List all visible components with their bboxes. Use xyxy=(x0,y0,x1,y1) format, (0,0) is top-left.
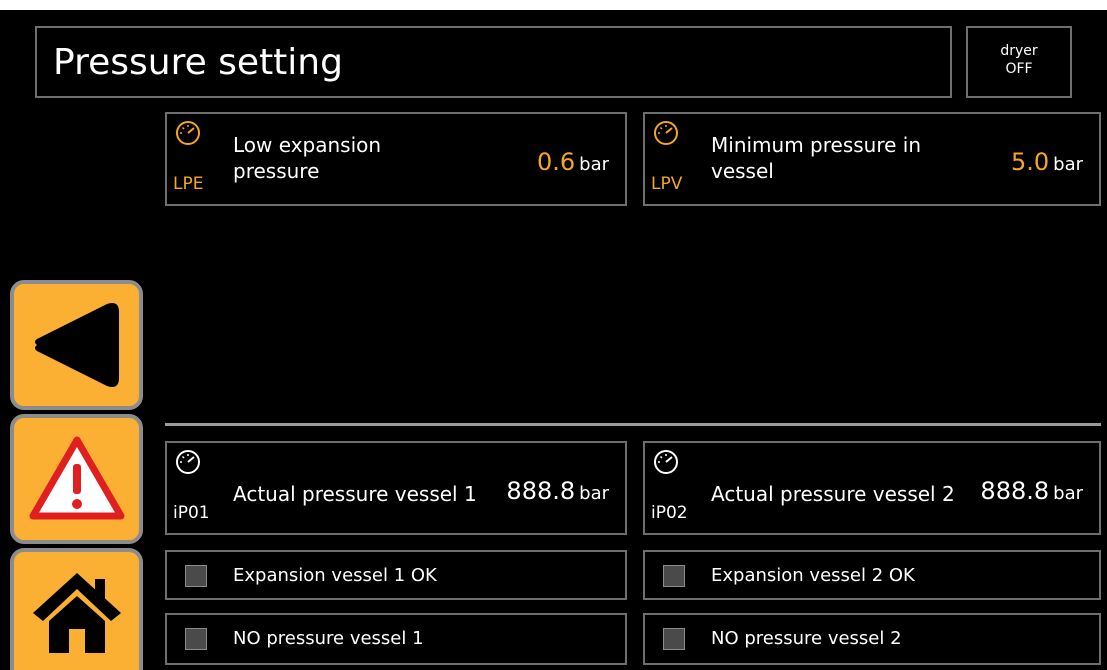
setting-code: LPV xyxy=(651,174,683,194)
status-label: NO pressure vessel 1 xyxy=(233,628,424,649)
dryer-status-button[interactable]: dryer OFF xyxy=(966,26,1072,98)
reading-code: iP01 xyxy=(173,503,210,523)
setting-label: Low expansion pressure xyxy=(233,132,381,184)
reading-unit: bar xyxy=(579,483,609,504)
alarm-button[interactable] xyxy=(10,414,143,544)
status-no-pressure-vessel-2: NO pressure vessel 2 xyxy=(643,613,1101,665)
reading-label: Actual pressure vessel 1 xyxy=(233,482,477,506)
setting-unit: bar xyxy=(1053,154,1083,175)
section-divider xyxy=(165,423,1101,426)
reading-ip01: iP01 Actual pressure vessel 1 888.8 bar xyxy=(165,441,627,535)
gauge-icon xyxy=(654,121,678,145)
status-label: NO pressure vessel 2 xyxy=(711,628,902,649)
back-arrow-icon xyxy=(34,303,119,387)
setting-value-number: 0.6 xyxy=(536,148,576,176)
reading-label: Actual pressure vessel 2 xyxy=(711,482,955,506)
reading-ip02: iP02 Actual pressure vessel 2 888.8 bar xyxy=(643,441,1101,535)
status-label: Expansion vessel 1 OK xyxy=(233,565,437,586)
gauge-icon xyxy=(176,450,200,474)
dryer-state: OFF xyxy=(1005,61,1033,77)
home-icon xyxy=(32,573,121,653)
gauge-icon xyxy=(176,121,200,145)
setting-lpe[interactable]: LPE Low expansion pressure 0.6 bar xyxy=(165,112,627,206)
reading-value: 888.8 bar xyxy=(980,477,1083,505)
setting-value-number: 5.0 xyxy=(1010,148,1050,176)
title-bar: Pressure setting xyxy=(35,26,952,98)
setting-lpv[interactable]: LPV Minimum pressure in vessel 5.0 bar xyxy=(643,112,1101,206)
home-button[interactable] xyxy=(10,548,143,670)
reading-value: 888.8 bar xyxy=(506,477,609,505)
status-indicator xyxy=(185,628,207,650)
dryer-label: dryer xyxy=(1000,43,1038,59)
setting-unit: bar xyxy=(579,154,609,175)
reading-code: iP02 xyxy=(651,503,688,523)
status-no-pressure-vessel-1: NO pressure vessel 1 xyxy=(165,613,627,665)
status-expansion-vessel-2: Expansion vessel 2 OK xyxy=(643,550,1101,600)
top-strip xyxy=(0,0,1107,10)
reading-unit: bar xyxy=(1053,483,1083,504)
alarm-warning-icon xyxy=(29,436,124,520)
setting-label-line1: Low expansion xyxy=(233,133,382,157)
status-indicator xyxy=(663,628,685,650)
setting-code: LPE xyxy=(173,174,204,194)
reading-value-number: 888.8 xyxy=(506,477,576,505)
page-title: Pressure setting xyxy=(53,42,343,83)
setting-label-line1: Minimum pressure in xyxy=(711,133,922,157)
setting-label-line2: pressure xyxy=(233,159,320,183)
setting-value: 0.6 bar xyxy=(537,148,609,176)
gauge-icon xyxy=(654,450,678,474)
back-button[interactable] xyxy=(10,280,143,410)
status-expansion-vessel-1: Expansion vessel 1 OK xyxy=(165,550,627,600)
setting-label: Minimum pressure in vessel xyxy=(711,132,921,184)
setting-value: 5.0 bar xyxy=(1011,148,1083,176)
reading-value-number: 888.8 xyxy=(980,477,1050,505)
setting-label-line2: vessel xyxy=(711,159,774,183)
status-indicator xyxy=(185,565,207,587)
status-indicator xyxy=(663,565,685,587)
status-label: Expansion vessel 2 OK xyxy=(711,565,915,586)
